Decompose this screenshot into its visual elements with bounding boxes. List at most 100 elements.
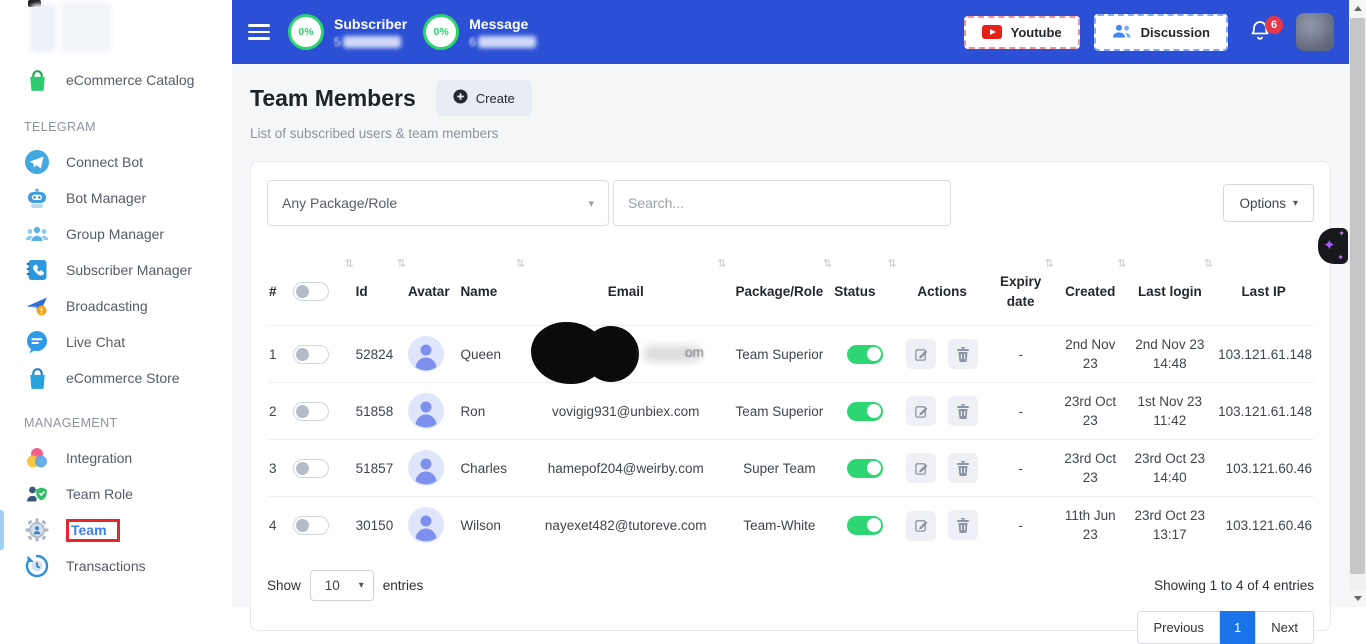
edit-button[interactable]: [906, 339, 936, 369]
header-id[interactable]: Id⇅: [354, 252, 406, 326]
sort-icon[interactable]: ⇅: [717, 257, 726, 270]
header-package[interactable]: Package/Role⇅: [726, 252, 832, 326]
sort-icon[interactable]: ⇅: [1045, 257, 1054, 270]
youtube-button[interactable]: Youtube: [964, 16, 1080, 49]
sidebar-item-ecommerce-catalog[interactable]: eCommerce Catalog: [0, 60, 232, 100]
subscriber-stat: 0% Subscriber 5: [288, 14, 407, 50]
scrollbar-thumb[interactable]: [1350, 18, 1365, 574]
sparkle-icon: ✦: [1337, 253, 1344, 262]
cell-expiry: -: [987, 383, 1054, 440]
ai-assistant-button[interactable]: ✦ ✦ ✦: [1318, 228, 1348, 264]
sort-icon[interactable]: ⇅: [823, 257, 832, 270]
cell-package: Team-White: [726, 497, 832, 554]
header-num[interactable]: # ⇅: [267, 252, 354, 326]
user-avatar-redacted[interactable]: [1296, 13, 1334, 51]
sort-icon[interactable]: ⇅: [1117, 257, 1126, 270]
app-logo-blurred: [30, 2, 126, 54]
delete-button[interactable]: [948, 339, 978, 369]
redaction-blob: [583, 326, 639, 382]
scroll-up-arrow[interactable]: [1349, 0, 1366, 17]
hamburger-menu-icon[interactable]: [248, 20, 270, 44]
edit-button[interactable]: [906, 453, 936, 483]
sidebar-item-bot-manager[interactable]: Bot Manager: [0, 180, 232, 216]
cell-last-login: 23rd Oct 23 14:40: [1126, 440, 1213, 497]
search-input[interactable]: [614, 181, 950, 225]
next-page-button[interactable]: Next: [1255, 611, 1314, 644]
header-email[interactable]: Email⇅: [525, 252, 727, 326]
sidebar-item-group-manager[interactable]: Group Manager: [0, 216, 232, 252]
sidebar-item-subscriber-manager[interactable]: Subscriber Manager: [0, 252, 232, 288]
table-row: 2 51858 Ron vovigig931@unbiex.com Team S…: [267, 383, 1314, 440]
sidebar-item-label: Connect Bot: [66, 154, 143, 170]
chevron-down-icon: ▾: [359, 580, 364, 591]
package-role-select[interactable]: Any Package/Role ▾: [267, 180, 609, 226]
avatar: [408, 507, 456, 543]
sidebar-item-label: Integration: [66, 450, 132, 466]
notifications-button[interactable]: 6: [1248, 18, 1272, 47]
header-expiry[interactable]: Expiry date⇅: [987, 252, 1054, 326]
message-stat-label: Message: [469, 16, 536, 33]
header-created[interactable]: Created⇅: [1054, 252, 1127, 326]
cell-name: Charles: [458, 440, 525, 497]
chat-bubble-icon: [24, 329, 50, 355]
header-status[interactable]: Status⇅: [832, 252, 896, 326]
status-toggle[interactable]: [847, 402, 883, 421]
sidebar-item-transactions[interactable]: Transactions: [0, 548, 232, 584]
status-toggle[interactable]: [847, 459, 883, 478]
sort-icon[interactable]: ⇅: [1204, 257, 1213, 270]
cell-created: 23rd Oct 23: [1054, 440, 1127, 497]
table-row: 1 52824 Queen om Team Superi: [267, 326, 1314, 383]
sidebar-item-integration[interactable]: Integration: [0, 440, 232, 476]
status-toggle[interactable]: [847, 516, 883, 535]
robot-icon: [24, 185, 50, 211]
row-select-toggle[interactable]: [293, 402, 329, 421]
header-last-login[interactable]: Last login⇅: [1126, 252, 1213, 326]
sort-icon[interactable]: ⇅: [516, 257, 525, 270]
edit-button[interactable]: [906, 396, 936, 426]
sidebar-item-label: Broadcasting: [66, 298, 148, 314]
shopping-bag-blue-icon: [24, 365, 50, 391]
sidebar-item-label: eCommerce Store: [66, 370, 180, 386]
sidebar-item-broadcasting[interactable]: Broadcasting: [0, 288, 232, 324]
header-name[interactable]: Name⇅: [458, 252, 525, 326]
delete-button[interactable]: [948, 510, 978, 540]
sort-icon[interactable]: ⇅: [397, 257, 406, 270]
sidebar-item-ecommerce-store[interactable]: eCommerce Store: [0, 360, 232, 396]
vertical-scrollbar[interactable]: [1349, 0, 1366, 607]
sidebar-item-team-role[interactable]: Team Role: [0, 476, 232, 512]
sort-icon[interactable]: ⇅: [344, 257, 353, 270]
current-page-button[interactable]: 1: [1220, 611, 1255, 644]
subscriber-stat-value-redacted: 5: [334, 35, 407, 48]
integration-circles-icon: [24, 445, 50, 471]
options-button[interactable]: Options ▾: [1223, 184, 1314, 222]
sidebar-item-connect-bot[interactable]: Connect Bot: [0, 144, 232, 180]
page-size-select[interactable]: 10 ▾: [310, 570, 374, 601]
sidebar-item-team[interactable]: Team: [0, 512, 232, 548]
sidebar-item-live-chat[interactable]: Live Chat: [0, 324, 232, 360]
row-select-toggle[interactable]: [293, 345, 329, 364]
delete-button[interactable]: [948, 396, 978, 426]
sort-icon[interactable]: ⇅: [888, 257, 897, 270]
header-actions: Actions: [897, 252, 988, 326]
cell-name: Queen: [458, 326, 525, 383]
row-select-toggle[interactable]: [293, 516, 329, 535]
select-all-toggle[interactable]: [293, 282, 329, 301]
table-header-row: # ⇅ Id⇅ Avatar Name⇅ Email⇅ Package/Role…: [267, 252, 1314, 326]
cell-id: 51857: [354, 440, 406, 497]
cell-created: 2nd Nov 23: [1054, 326, 1127, 383]
delete-button[interactable]: [948, 453, 978, 483]
edit-button[interactable]: [906, 511, 936, 541]
youtube-icon: [982, 25, 1002, 39]
create-button[interactable]: Create: [436, 80, 532, 116]
sidebar-section-management: MANAGEMENT: [0, 396, 232, 440]
discussion-button[interactable]: Discussion: [1094, 14, 1228, 51]
cell-last-login: 23rd Oct 23 13:17: [1126, 497, 1213, 554]
scroll-down-arrow[interactable]: [1349, 590, 1366, 607]
previous-page-button[interactable]: Previous: [1137, 611, 1220, 644]
status-toggle[interactable]: [847, 345, 883, 364]
sidebar-section-telegram: TELEGRAM: [0, 100, 232, 144]
notification-count-badge: 6: [1265, 16, 1283, 34]
chevron-down-icon: ▾: [588, 197, 594, 210]
row-select-toggle[interactable]: [293, 459, 329, 478]
cell-email: hamepof204@weirby.com: [525, 440, 727, 497]
